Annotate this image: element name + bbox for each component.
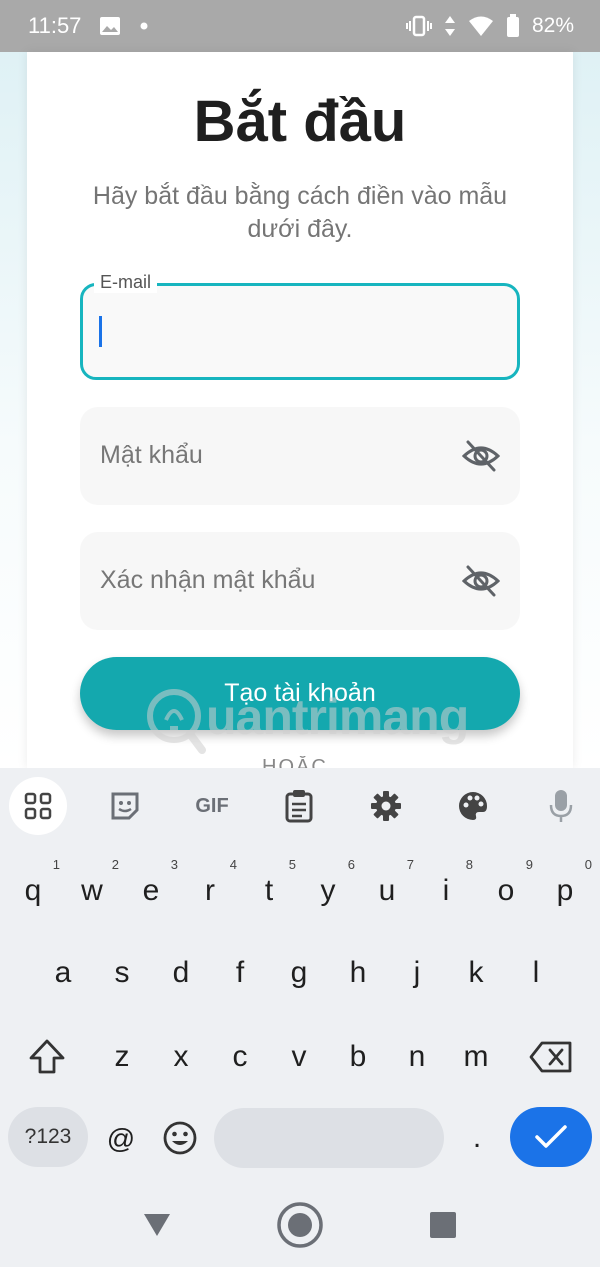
key-hint: 3 [170, 857, 178, 872]
shift-key[interactable] [6, 1027, 88, 1087]
password-placeholder: Mật khẩu [100, 441, 203, 469]
page-subtitle: Hãy bắt đầu bằng cách điền vào mẫu dưới … [92, 182, 508, 243]
key-t[interactable]: t5 [240, 857, 298, 921]
key-label: w [81, 874, 103, 907]
key-r[interactable]: r4 [181, 857, 239, 921]
key-hint: 8 [465, 857, 473, 872]
battery-percent: 82% [531, 14, 574, 37]
key-o[interactable]: o9 [477, 857, 535, 921]
vibrate-icon [405, 15, 432, 37]
key-label: p [556, 874, 574, 907]
symbols-key[interactable]: ?123 [8, 1107, 88, 1167]
microphone-icon[interactable] [532, 777, 590, 835]
wifi-icon [468, 15, 494, 37]
sticker-icon[interactable] [96, 777, 154, 835]
clipboard-icon[interactable] [270, 777, 328, 835]
key-hint: 1 [52, 857, 60, 872]
key-label: q [24, 874, 42, 907]
key-q[interactable]: q1 [4, 857, 62, 921]
dot-icon [139, 21, 149, 31]
key-a[interactable]: a [34, 943, 92, 1003]
key-e[interactable]: e3 [122, 857, 180, 921]
key-x[interactable]: x [152, 1027, 210, 1087]
key-z[interactable]: z [93, 1027, 151, 1087]
key-h[interactable]: h [329, 943, 387, 1003]
eye-off-icon[interactable] [461, 438, 501, 474]
keyboard: GIF q1 w2 e3 r4 t5 y6 u7 i8 o9 p0 a s d … [0, 768, 600, 1187]
recents-square-icon[interactable] [428, 1205, 458, 1245]
period-key[interactable]: . [448, 1108, 506, 1168]
key-label: r [205, 874, 215, 907]
emoji-smile-icon [163, 1121, 197, 1155]
email-label: E-mail [94, 272, 158, 293]
checkmark-icon [535, 1125, 567, 1148]
page-title: Bắt đầu [193, 89, 407, 154]
key-label: u [378, 874, 396, 907]
key-k[interactable]: k [447, 943, 505, 1003]
key-b[interactable]: b [329, 1027, 387, 1087]
status-left: 11:57 [28, 13, 149, 39]
keyboard-toolbar: GIF [0, 768, 600, 842]
key-v[interactable]: v [270, 1027, 328, 1087]
spacebar[interactable] [214, 1108, 444, 1168]
eye-off-icon[interactable] [461, 563, 501, 599]
key-w[interactable]: w2 [63, 857, 121, 921]
key-c[interactable]: c [211, 1027, 269, 1087]
confirm-password-field[interactable]: Xác nhận mật khẩu [80, 532, 520, 630]
key-j[interactable]: j [388, 943, 446, 1003]
image-icon [99, 16, 121, 36]
key-label: i [442, 874, 450, 907]
or-divider-text: HOẶC [262, 756, 328, 768]
key-hint: 4 [229, 857, 237, 872]
palette-icon[interactable] [444, 777, 502, 835]
key-i[interactable]: i8 [417, 857, 475, 921]
backspace-icon [529, 1041, 572, 1073]
status-time: 11:57 [28, 13, 82, 38]
email-field[interactable] [80, 283, 520, 380]
password-field[interactable]: Mật khẩu [80, 407, 520, 505]
create-account-button[interactable]: Tạo tài khoản [80, 657, 520, 730]
key-l[interactable]: l [507, 943, 565, 1003]
status-bar: 11:57 82% [0, 0, 600, 52]
battery-icon [506, 14, 520, 38]
status-right: 82% [405, 14, 574, 38]
key-y[interactable]: y6 [299, 857, 357, 921]
key-f[interactable]: f [211, 943, 269, 1003]
key-u[interactable]: u7 [358, 857, 416, 921]
key-hint: 7 [406, 857, 414, 872]
key-hint: 6 [347, 857, 355, 872]
key-hint: 0 [584, 857, 592, 872]
key-p[interactable]: p0 [536, 857, 594, 921]
confirm-password-placeholder: Xác nhận mật khẩu [100, 566, 316, 594]
key-label: e [142, 874, 160, 907]
key-label: o [497, 874, 515, 907]
key-hint: 9 [525, 857, 533, 872]
navigation-bar [0, 1187, 600, 1267]
key-d[interactable]: d [152, 943, 210, 1003]
key-hint: 5 [288, 857, 296, 872]
at-key[interactable]: @ [92, 1109, 150, 1169]
key-n[interactable]: n [388, 1027, 446, 1087]
key-label: t [264, 874, 274, 907]
gif-icon[interactable]: GIF [183, 777, 241, 835]
key-label: y [320, 874, 336, 907]
backspace-key[interactable] [510, 1027, 592, 1087]
shift-arrow-icon [29, 1039, 65, 1074]
key-m[interactable]: m [447, 1027, 505, 1087]
key-s[interactable]: s [93, 943, 151, 1003]
home-circle-icon[interactable] [276, 1201, 324, 1249]
settings-gear-icon[interactable] [357, 777, 415, 835]
enter-key[interactable] [510, 1107, 592, 1167]
text-caret [99, 316, 102, 347]
back-triangle-icon[interactable] [140, 1205, 174, 1245]
apps-grid-icon[interactable] [9, 777, 67, 835]
key-hint: 2 [111, 857, 119, 872]
emoji-key[interactable] [151, 1108, 209, 1168]
key-g[interactable]: g [270, 943, 328, 1003]
data-arrows-icon [444, 15, 456, 37]
